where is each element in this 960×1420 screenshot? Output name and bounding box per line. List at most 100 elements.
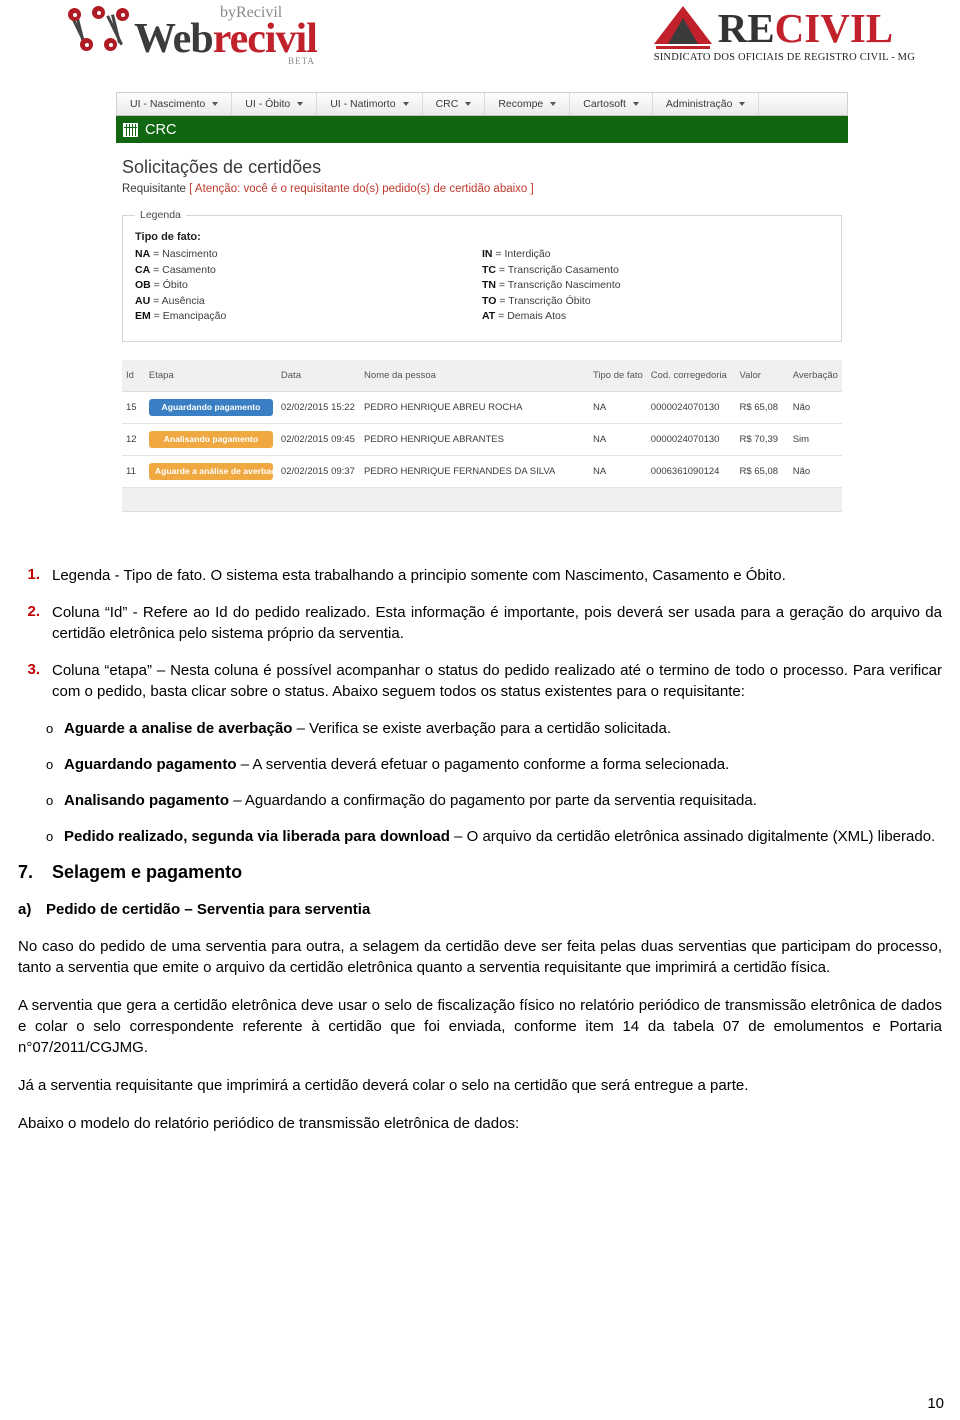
webrecivil-beta-label: BETA: [288, 56, 315, 66]
table-footer: [122, 487, 842, 512]
menu-item-label: UI - Óbito: [245, 98, 291, 110]
menu-item-administracao[interactable]: Administração: [653, 93, 760, 115]
menu-item-ui-natimorto[interactable]: UI - Natimorto: [317, 93, 423, 115]
grid-icon: [123, 122, 138, 137]
legend-code: NA: [135, 248, 151, 260]
bullet-text: Pedido realizado, segunda via liberada p…: [64, 826, 942, 847]
list-item: 2. Coluna “Id” - Refere ao Id do pedido …: [18, 602, 942, 644]
cell-data: 02/02/2015 09:45: [276, 423, 361, 456]
column-header-etapa[interactable]: Etapa: [144, 359, 277, 392]
menu-item-label: UI - Natimorto: [330, 98, 396, 110]
document-body: 1. Legenda - Tipo de fato. O sistema est…: [18, 565, 942, 1151]
requester-label: Requisitante: [122, 183, 186, 195]
list-item: o Analisando pagamento – Aguardando a co…: [18, 790, 942, 811]
cell-valor: R$ 65,08: [735, 391, 789, 424]
webrecivil-wordmark: byRecivil Webrecivil BETA: [134, 2, 318, 66]
webrecivil-logo: byRecivil Webrecivil BETA: [68, 2, 318, 66]
legend-heading: Tipo de fato:: [135, 231, 201, 243]
column-header-valor[interactable]: Valor: [735, 359, 789, 392]
bullet-term: Pedido realizado, segunda via liberada p…: [64, 828, 450, 845]
status-badge[interactable]: Aguardando pagamento: [148, 398, 273, 416]
legend-code: IN: [482, 248, 493, 260]
status-badge[interactable]: Analisando pagamento: [148, 430, 273, 448]
legend-desc: Interdição: [504, 248, 551, 260]
menu-item-cartosoft[interactable]: Cartosoft: [570, 93, 653, 115]
bullet-marker: o: [46, 829, 54, 844]
cell-nome: PEDRO HENRIQUE FERNANDES DA SILVA: [360, 455, 589, 488]
cell-etapa: Aguardando pagamento: [144, 391, 277, 424]
bullet-description: – A serventia deverá efetuar o pagamento…: [236, 756, 730, 773]
legend-code: EM: [135, 310, 151, 322]
bullet-text: Aguarde a analise de averbação – Verific…: [64, 718, 942, 739]
legend-entry: TC = Transcrição Casamento: [482, 263, 619, 276]
module-bar-label: CRC: [145, 121, 177, 138]
chevron-down-icon: [632, 102, 639, 106]
requests-table: Id Etapa Data Nome da pessoa Tipo de fat…: [122, 359, 842, 488]
cell-nome: PEDRO HENRIQUE ABREU ROCHA: [360, 391, 589, 424]
page-number: 10: [927, 1395, 944, 1412]
legend-desc: Ausência: [161, 294, 205, 307]
bullet-term: Analisando pagamento: [64, 792, 230, 809]
column-header-nome[interactable]: Nome da pessoa: [360, 359, 589, 392]
application-screenshot: UI - Nascimento UI - Óbito UI - Natimort…: [116, 92, 848, 548]
cell-cod-corregedoria: 0000024070130: [646, 391, 736, 424]
legend-desc: Transcrição Nascimento: [507, 279, 621, 291]
legend-desc: Emancipação: [162, 310, 227, 322]
legend-column-right: IN = Interdição TC = Transcrição Casamen…: [482, 247, 829, 325]
column-header-id[interactable]: Id: [122, 359, 145, 392]
column-header-tipo-de-fato[interactable]: Tipo de fato: [588, 359, 647, 392]
numbered-list: 1. Legenda - Tipo de fato. O sistema est…: [18, 565, 942, 702]
table-row[interactable]: 15 Aguardando pagamento 02/02/2015 15:22…: [122, 391, 842, 424]
menu-item-ui-nascimento[interactable]: UI - Nascimento: [117, 93, 233, 115]
paragraph: A serventia que gera a certidão eletrôni…: [18, 997, 942, 1056]
legend-desc: Transcrição Óbito: [508, 294, 591, 307]
list-marker: 3.: [27, 661, 40, 678]
main-menu-bar: UI - Nascimento UI - Óbito UI - Natimort…: [116, 92, 848, 116]
legend-desc: Casamento: [162, 263, 216, 276]
paragraph: Abaixo o modelo do relatório periódico d…: [18, 1115, 520, 1132]
chevron-down-icon: [212, 102, 219, 106]
column-header-averbacao[interactable]: Averbação: [788, 359, 842, 392]
cell-data: 02/02/2015 15:22: [276, 391, 361, 424]
bullet-term: Aguarde a analise de averbação: [64, 720, 293, 737]
section-title: Selagem e pagamento: [52, 862, 243, 882]
list-marker: 1.: [27, 566, 40, 583]
requester-notice: Requisitante [ Atenção: você é o requisi…: [122, 183, 842, 195]
legend-entry: AT = Demais Atos: [482, 310, 567, 322]
chevron-down-icon: [739, 102, 746, 106]
legend-code: CA: [135, 263, 151, 276]
menu-item-recompe[interactable]: Recompe: [485, 93, 571, 115]
recivil-word-red: CIVIL: [774, 4, 894, 51]
legend-panel: Legenda Tipo de fato: NA = Nascimento CA…: [122, 209, 842, 342]
legend-desc: Demais Atos: [507, 310, 567, 322]
bullet-text: Analisando pagamento – Aguardando a conf…: [64, 790, 942, 811]
section-number: 7.: [18, 862, 34, 882]
legend-entry: EM = Emancipação: [135, 310, 227, 322]
cell-etapa: Aguarde a análise de averbação: [144, 455, 286, 488]
paragraph: Já a serventia requisitante que imprimir…: [18, 1077, 749, 1094]
list-item: o Aguardando pagamento – A serventia dev…: [18, 754, 942, 775]
cell-id: 15: [122, 391, 145, 424]
page-title: Solicitações de certidões: [122, 157, 322, 177]
cell-averbacao: Sim: [788, 423, 842, 456]
table-row[interactable]: 12 Analisando pagamento 02/02/2015 09:45…: [122, 423, 842, 456]
section-heading: 7. Selagem e pagamento: [18, 862, 942, 883]
bullet-term: Aguardando pagamento: [64, 756, 237, 773]
column-header-cod-corregedoria[interactable]: Cod. corregedoria: [646, 359, 736, 392]
requester-warning: [ Atenção: você é o requisitante do(s) p…: [189, 183, 534, 195]
status-bullet-list: o Aguarde a analise de averbação – Verif…: [18, 718, 942, 847]
cell-nome: PEDRO HENRIQUE ABRANTES: [360, 423, 589, 456]
menu-item-crc[interactable]: CRC: [423, 93, 486, 115]
webrecivil-by-label: byRecivil: [220, 4, 283, 21]
legend-entry: TO = Transcrição Óbito: [482, 294, 591, 307]
legend-desc: Óbito: [162, 279, 188, 291]
bullet-marker: o: [46, 793, 54, 808]
menu-item-label: UI - Nascimento: [130, 98, 206, 110]
column-header-data[interactable]: Data: [276, 359, 361, 392]
bullet-description: – Verifica se existe averbação para a ce…: [292, 720, 671, 737]
table-row[interactable]: 11 Aguarde a análise de averbação 02/02/…: [122, 455, 842, 488]
menu-item-ui-obito[interactable]: UI - Óbito: [232, 93, 318, 115]
bullet-description: – O arquivo da certidão eletrônica assin…: [449, 828, 936, 845]
webrecivil-word-dark: Web: [134, 16, 214, 62]
status-badge[interactable]: Aguarde a análise de averbação: [148, 462, 286, 480]
